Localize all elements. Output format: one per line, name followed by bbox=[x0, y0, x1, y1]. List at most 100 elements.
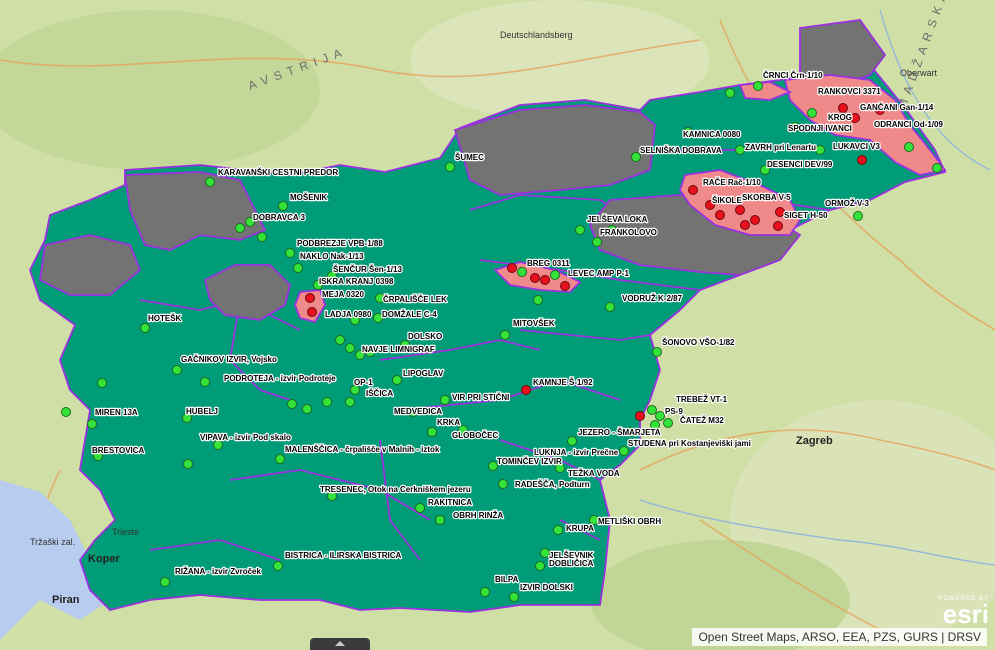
point-karavanski[interactable] bbox=[205, 177, 215, 187]
point-crnci[interactable] bbox=[753, 81, 763, 91]
station-label-iskra: ISKRA KRANJ 0398 bbox=[319, 277, 394, 286]
point-luknja[interactable] bbox=[567, 436, 577, 446]
point-jelseva[interactable] bbox=[575, 225, 585, 235]
station-label-rankovci: RANKOVCI 3371 bbox=[818, 87, 881, 96]
label-trzaski-zaliv: Tržaški zal. bbox=[30, 537, 75, 547]
point-sikole-2[interactable] bbox=[715, 210, 725, 220]
point-rakitnica[interactable] bbox=[415, 503, 425, 513]
point-iscica-3[interactable] bbox=[287, 399, 297, 409]
station-label-naklo: NAKLO Nak-1/13 bbox=[300, 252, 364, 261]
point-lukavci[interactable] bbox=[815, 145, 825, 155]
point-siget-2[interactable] bbox=[773, 221, 783, 231]
station-label-siget: SIGET H-50 bbox=[784, 211, 828, 220]
point-breg-g[interactable] bbox=[517, 267, 527, 277]
point-sumec[interactable] bbox=[445, 162, 455, 172]
point-breg[interactable] bbox=[507, 263, 517, 273]
point-race[interactable] bbox=[688, 185, 698, 195]
point-naklo[interactable] bbox=[293, 263, 303, 273]
point-dobravca-3[interactable] bbox=[235, 223, 245, 233]
point-ljubljana-1[interactable] bbox=[335, 335, 345, 345]
point-kamnje[interactable] bbox=[521, 385, 531, 395]
point-iscica[interactable] bbox=[345, 397, 355, 407]
point-frankolovo[interactable] bbox=[592, 237, 602, 247]
point-obrh-rinza[interactable] bbox=[435, 515, 445, 525]
point-rizana[interactable] bbox=[160, 577, 170, 587]
point-krog[interactable] bbox=[807, 108, 817, 118]
point-ps9-1[interactable] bbox=[655, 411, 665, 421]
point-lipoglav[interactable] bbox=[392, 375, 402, 385]
point-levec[interactable] bbox=[550, 270, 560, 280]
point-podbrezje[interactable] bbox=[285, 248, 295, 258]
point-mosenik[interactable] bbox=[278, 201, 288, 211]
point-vodruz[interactable] bbox=[605, 302, 615, 312]
point-ps9-2[interactable] bbox=[663, 418, 673, 428]
point-extra-2[interactable] bbox=[61, 407, 71, 417]
station-label-radesca: RADEŠČA, Podturn bbox=[515, 480, 590, 489]
point-malenscica[interactable] bbox=[275, 454, 285, 464]
point-iscica-4[interactable] bbox=[302, 404, 312, 414]
point-mitovsek[interactable] bbox=[500, 330, 510, 340]
point-ps9-r[interactable] bbox=[635, 411, 645, 421]
point-trebez[interactable] bbox=[647, 405, 657, 415]
point-extra-5[interactable] bbox=[725, 88, 735, 98]
point-skorba-2[interactable] bbox=[740, 220, 750, 230]
point-breg-3[interactable] bbox=[540, 275, 550, 285]
station-label-rizana: RIŽANA - izvir Zvroček bbox=[175, 567, 261, 576]
label-koper: Koper bbox=[88, 553, 121, 565]
collapse-panel-button[interactable] bbox=[310, 638, 370, 650]
point-bilpa[interactable] bbox=[480, 587, 490, 597]
point-breg-2[interactable] bbox=[530, 273, 540, 283]
point-odranci[interactable] bbox=[904, 142, 914, 152]
station-label-studena: STUDENA pri Kostanjeviški jami bbox=[628, 439, 751, 448]
point-odranci-2[interactable] bbox=[932, 163, 942, 173]
station-label-sencur: ŠENČUR Šen-1/13 bbox=[333, 265, 402, 274]
point-krupa[interactable] bbox=[553, 525, 563, 535]
station-label-medvedica: MEDVEDICA bbox=[394, 407, 442, 416]
point-izvir-dolski[interactable] bbox=[509, 592, 519, 602]
station-label-gacnikov: GAČNIKOV IZVIR, Vojsko bbox=[181, 355, 277, 364]
map-canvas[interactable]: AVSTRIJA MADŽARSKA Zagreb Koper Piran Tr… bbox=[0, 0, 995, 650]
point-zavrh[interactable] bbox=[735, 145, 745, 155]
station-label-mosenik: MOŠENIK bbox=[290, 193, 328, 202]
station-label-miren: MIREN 13A bbox=[95, 408, 138, 417]
point-sikole-3[interactable] bbox=[735, 205, 745, 215]
point-meja[interactable] bbox=[305, 293, 315, 303]
station-label-brestovica: BRESTOVICA bbox=[92, 446, 145, 455]
station-label-krka: KRKA bbox=[437, 418, 460, 427]
point-bistrica[interactable] bbox=[273, 561, 283, 571]
point-podroteja[interactable] bbox=[200, 377, 210, 387]
station-label-globocec: GLOBOČEC bbox=[452, 431, 498, 440]
point-extra-3[interactable] bbox=[183, 459, 193, 469]
station-label-skorba: SKORBA V-5 bbox=[742, 193, 791, 202]
station-label-desenci: DESENCI DEV/99 bbox=[767, 160, 833, 169]
point-sonovo[interactable] bbox=[652, 347, 662, 357]
point-lukavci-r[interactable] bbox=[857, 155, 867, 165]
point-rankovci[interactable] bbox=[838, 103, 848, 113]
point-dobravca-2[interactable] bbox=[257, 232, 267, 242]
point-gacnikov[interactable] bbox=[172, 365, 182, 375]
point-ormoz[interactable] bbox=[853, 211, 863, 221]
station-label-doblicica: DOBLIČICA bbox=[549, 559, 594, 568]
point-extra-1[interactable] bbox=[97, 378, 107, 388]
point-celje-2[interactable] bbox=[533, 295, 543, 305]
label-oberwart: Oberwart bbox=[900, 68, 938, 78]
station-label-hotesk: HOTEŠK bbox=[148, 314, 182, 323]
point-skorba[interactable] bbox=[750, 215, 760, 225]
station-label-lukavci: LUKAVCI V3 bbox=[833, 142, 881, 151]
point-krka[interactable] bbox=[427, 427, 437, 437]
station-label-meja: MEJA 0320 bbox=[322, 290, 365, 299]
point-levec-r[interactable] bbox=[560, 281, 570, 291]
point-ladja-r[interactable] bbox=[307, 307, 317, 317]
point-ljubljana-2[interactable] bbox=[345, 343, 355, 353]
point-miren[interactable] bbox=[87, 419, 97, 429]
point-hotesk[interactable] bbox=[140, 323, 150, 333]
station-label-tresenec: TRESENEC, Otok na Cerkniškem jezeru bbox=[320, 485, 471, 494]
point-vir-sticni[interactable] bbox=[440, 395, 450, 405]
esri-logo[interactable]: POWERED BY esri bbox=[938, 596, 989, 628]
station-label-vodruz: VODRUŽ K-2/87 bbox=[622, 294, 683, 303]
point-iscica-2[interactable] bbox=[322, 397, 332, 407]
station-label-bistrica: BISTRICA - ILIRSKA BISTRICA bbox=[285, 551, 402, 560]
station-label-ps9: PS-9 bbox=[665, 407, 683, 416]
point-doblicica[interactable] bbox=[535, 561, 545, 571]
point-radesca[interactable] bbox=[498, 479, 508, 489]
